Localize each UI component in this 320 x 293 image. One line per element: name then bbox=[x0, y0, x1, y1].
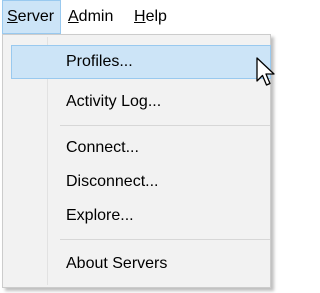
menu-server-label: erver bbox=[17, 8, 55, 25]
menu-admin-label: dmin bbox=[78, 8, 114, 25]
menu-item-disconnect[interactable]: Disconnect... bbox=[11, 165, 271, 199]
menu-item-activity-log-label: Activity Log... bbox=[66, 93, 162, 110]
menu-item-disconnect-label: Disconnect... bbox=[66, 173, 159, 190]
menu-item-explore[interactable]: Explore... bbox=[11, 199, 271, 233]
menu-item-about-servers-label: About Servers bbox=[66, 255, 168, 272]
menu-help-label: elp bbox=[145, 8, 167, 25]
menu-separator bbox=[60, 125, 270, 126]
menu-item-about-servers[interactable]: About Servers bbox=[11, 247, 271, 281]
menu-bar: Server Admin Help bbox=[0, 0, 282, 34]
menu-server[interactable]: Server bbox=[2, 0, 61, 34]
menu-server-mnemonic: S bbox=[7, 8, 18, 25]
menu-help[interactable]: Help bbox=[134, 0, 167, 34]
menu-admin[interactable]: Admin bbox=[68, 0, 113, 34]
menu-item-profiles-label: Profiles... bbox=[66, 53, 133, 70]
menu-separator bbox=[60, 239, 270, 240]
menu-help-mnemonic: H bbox=[134, 8, 146, 25]
menu-item-activity-log[interactable]: Activity Log... bbox=[11, 85, 271, 119]
server-dropdown-menu: Profiles... Activity Log... Connect... D… bbox=[2, 34, 271, 288]
menu-item-connect-label: Connect... bbox=[66, 139, 139, 156]
menu-item-explore-label: Explore... bbox=[66, 207, 134, 224]
menu-item-connect[interactable]: Connect... bbox=[11, 131, 271, 165]
mouse-pointer-icon bbox=[256, 57, 275, 86]
menu-item-profiles[interactable]: Profiles... bbox=[11, 45, 271, 79]
menu-admin-mnemonic: A bbox=[68, 8, 79, 25]
